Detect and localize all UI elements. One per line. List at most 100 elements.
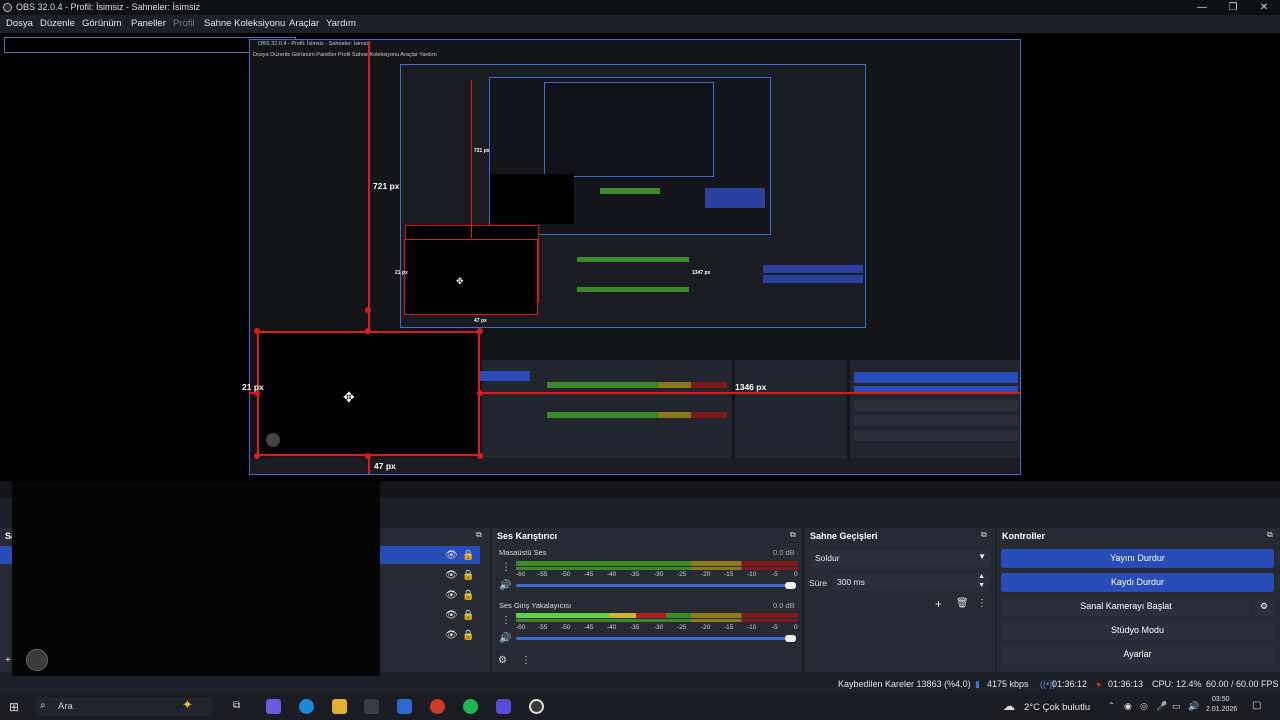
trash-icon[interactable]: 🗑 xyxy=(956,598,969,609)
edge-icon[interactable] xyxy=(299,699,314,714)
lock-icon[interactable]: 🔒 xyxy=(462,590,474,601)
file-explorer-icon[interactable] xyxy=(332,699,347,714)
nested-window-level-3 xyxy=(489,77,771,235)
controls-undock-icon[interactable]: ⧉ xyxy=(1267,530,1273,540)
resize-handle-tc[interactable] xyxy=(365,328,371,334)
windows-taskbar: ⊞ ⌕ Ara ✦ ⧉ ☁ 2°C Çok bulutlu ⌃ ◉ ◎ 🎤 ▭ … xyxy=(0,693,1280,720)
stop-record-button[interactable]: Kaydı Durdur xyxy=(1001,573,1274,592)
menu-gorunum[interactable]: Görünüm xyxy=(82,15,122,33)
stepper-up-icon[interactable]: ▲ xyxy=(978,573,985,580)
lock-icon[interactable]: 🔒 xyxy=(462,570,474,581)
scene-item-selected[interactable] xyxy=(0,546,12,564)
volume-meter-mic-r xyxy=(516,619,798,622)
obs-taskbar-icon[interactable] xyxy=(529,699,544,714)
volume-tray-icon[interactable]: 🔊 xyxy=(1188,701,1199,712)
transition-menu-icon[interactable]: ⋮ xyxy=(977,598,987,609)
volume-slider-mic[interactable] xyxy=(516,637,788,640)
clock-time[interactable]: 03:50 xyxy=(1212,696,1230,703)
volume-knob-mic[interactable] xyxy=(785,635,796,642)
visibility-eye-icon[interactable]: 👁 xyxy=(445,570,458,581)
network-tray-icon[interactable]: ▭ xyxy=(1172,701,1181,712)
mixer-menu-icon[interactable]: ⋮ xyxy=(521,655,531,666)
volume-knob-desktop[interactable] xyxy=(785,582,796,589)
track-db-mic: 0.0 dB xyxy=(773,601,795,610)
volume-slider-desktop[interactable] xyxy=(516,584,788,587)
nested-scene-selected xyxy=(480,371,530,381)
mixer-undock-icon[interactable]: ⧉ xyxy=(790,530,796,540)
task-view-icon[interactable]: ⧉ xyxy=(233,700,240,711)
track-menu-icon[interactable]: ⋮ xyxy=(501,562,511,573)
resize-handle-tl[interactable] xyxy=(254,328,260,334)
menu-dosya[interactable]: Dosya xyxy=(6,15,33,33)
minimize-button[interactable]: — xyxy=(1186,0,1218,15)
close-button[interactable]: ✕ xyxy=(1248,0,1280,15)
stepper-down-icon[interactable]: ▼ xyxy=(978,582,985,589)
resize-handle-bl[interactable] xyxy=(254,453,260,459)
advanced-audio-icon[interactable]: ⚙ xyxy=(498,655,507,666)
duration-label: Süre xyxy=(809,578,827,588)
record-time: 01:36:13 xyxy=(1108,679,1144,689)
track-name-mic: Ses Giriş Yakalayıcısı xyxy=(499,601,572,610)
sources-dock-undock-icon[interactable]: ⧉ xyxy=(476,530,482,540)
clock-date[interactable]: 2.01.2026 xyxy=(1206,706,1237,713)
menu-araclar[interactable]: Araçlar xyxy=(289,15,319,33)
chevron-up-icon[interactable]: ⌃ xyxy=(1108,701,1115,710)
record-tray-icon[interactable]: ◎ xyxy=(1140,701,1148,712)
inner-dimension-label-2: 47 px xyxy=(474,318,487,324)
dimension-bottom-label: 47 px xyxy=(374,461,396,471)
start-virtual-camera-button[interactable]: Sanal Kamerayı Başlat xyxy=(1001,597,1251,616)
windows-start-icon[interactable]: ⊞ xyxy=(9,700,19,714)
network-icon: ▮ xyxy=(975,679,980,689)
menu-profil[interactable]: Profil xyxy=(173,15,195,33)
transitions-undock-icon[interactable]: ⧉ xyxy=(981,530,987,540)
track-db-desktop: 0.0 dB xyxy=(773,548,795,557)
lock-icon[interactable]: 🔒 xyxy=(462,610,474,621)
cpu-usage: CPU: 12.4% xyxy=(1152,679,1202,689)
visibility-eye-icon[interactable]: 👁 xyxy=(445,610,458,621)
track-menu-icon[interactable]: ⋮ xyxy=(501,615,511,626)
menu-paneller[interactable]: Paneller xyxy=(131,15,166,33)
maximize-button[interactable]: ❐ xyxy=(1217,0,1249,15)
selected-source-box[interactable]: ✥ xyxy=(257,331,480,456)
spotify-icon[interactable] xyxy=(463,699,478,714)
speaker-icon[interactable]: 🔊 xyxy=(499,633,511,644)
add-transition-icon[interactable]: + xyxy=(935,597,942,611)
resize-handle-mr[interactable] xyxy=(477,390,483,396)
nested-menu-bar: Dosya Düzenle Görünüm Paneller Profil Sa… xyxy=(253,52,437,58)
virtual-camera-settings-button[interactable]: ⚙ xyxy=(1254,597,1274,616)
volume-meter-desktop xyxy=(516,561,798,566)
mail-icon[interactable] xyxy=(397,699,412,714)
visibility-eye-icon[interactable]: 👁 xyxy=(445,630,458,641)
microphone-icon[interactable]: 🎤 xyxy=(1156,701,1167,712)
menu-duzenle[interactable]: Düzenle xyxy=(40,15,75,33)
lock-icon[interactable]: 🔒 xyxy=(462,630,474,641)
menu-yardim[interactable]: Yardım xyxy=(326,15,356,33)
nested-meter-1-level-2 xyxy=(577,257,689,262)
speaker-icon[interactable]: 🔊 xyxy=(499,580,511,591)
transitions-header: Sahne Geçişleri xyxy=(810,531,878,541)
duration-input[interactable]: 300 ms ▲ ▼ xyxy=(832,573,990,591)
settings-button[interactable]: Ayarlar xyxy=(1001,645,1274,664)
notifications-icon[interactable]: ▢ xyxy=(1252,700,1261,711)
nested-taskbar xyxy=(250,458,1020,474)
webcam-avatar-icon xyxy=(266,433,280,447)
obs-tray-icon[interactable]: ◉ xyxy=(1124,701,1132,712)
resize-handle-br[interactable] xyxy=(477,453,483,459)
chevron-down-icon: ▼ xyxy=(978,552,986,561)
visibility-eye-icon[interactable]: 👁 xyxy=(445,550,458,561)
copilot-icon[interactable] xyxy=(266,699,281,714)
resize-handle-bc[interactable] xyxy=(365,453,371,459)
visibility-eye-icon[interactable]: 👁 xyxy=(445,590,458,601)
studio-mode-button[interactable]: Stüdyo Modu xyxy=(1001,621,1274,640)
chrome-icon[interactable] xyxy=(430,699,445,714)
resize-handle-tr[interactable] xyxy=(477,328,483,334)
lock-icon[interactable]: 🔒 xyxy=(462,550,474,561)
store-icon[interactable] xyxy=(364,699,379,714)
transition-select[interactable]: Soldur ▼ xyxy=(809,550,991,567)
menu-sahne-koleksiyonu[interactable]: Sahne Koleksiyonu xyxy=(204,15,285,33)
nested-settings-button xyxy=(854,430,1018,441)
add-scene-icon[interactable]: + xyxy=(5,655,11,666)
discord-icon[interactable] xyxy=(496,699,511,714)
taskbar-search-box[interactable]: ⌕ Ara ✦ xyxy=(34,697,214,716)
stop-stream-button[interactable]: Yayını Durdur xyxy=(1001,549,1274,568)
